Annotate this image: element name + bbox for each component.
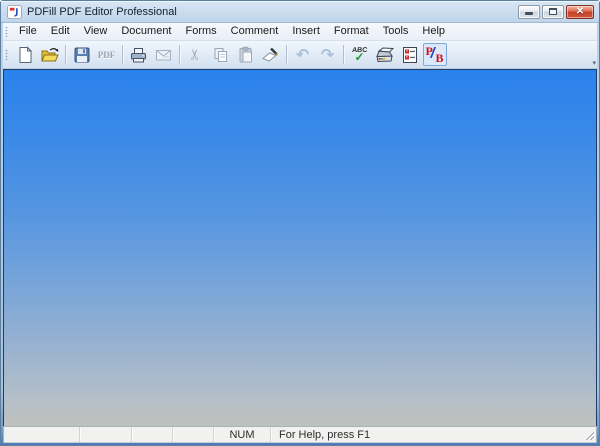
- num-lock-indicator: NUM: [214, 427, 271, 442]
- redo-arrow-icon: ↷: [320, 44, 335, 64]
- menu-tools[interactable]: Tools: [376, 24, 416, 39]
- minimize-icon: [525, 12, 533, 15]
- paste-clipboard-icon: [239, 46, 252, 62]
- window-title: PDFill PDF Editor Professional: [27, 5, 177, 18]
- toolbar-separator: [122, 45, 123, 64]
- whiteout-button[interactable]: [259, 43, 283, 66]
- undo-arrow-icon: ↶: [295, 44, 310, 64]
- paste-button[interactable]: [234, 43, 258, 66]
- email-button[interactable]: [152, 43, 176, 66]
- close-button[interactable]: ✕: [566, 4, 594, 19]
- toolbar-separator: [286, 45, 287, 64]
- page-border-pb-icon: P / B: [425, 43, 444, 65]
- maximize-button[interactable]: [542, 4, 564, 19]
- status-pane-2: [80, 427, 132, 442]
- menu-file[interactable]: File: [12, 24, 44, 39]
- open-file-button[interactable]: [38, 43, 62, 66]
- scan-button[interactable]: [373, 43, 397, 66]
- menu-view[interactable]: View: [77, 24, 115, 39]
- toolbar-grip-handle[interactable]: [5, 49, 8, 60]
- document-workspace[interactable]: [3, 69, 597, 426]
- spell-check-button[interactable]: ABC ✓: [348, 43, 372, 66]
- save-as-pdf-button[interactable]: PDF: [95, 43, 119, 66]
- status-bar: NUM For Help, press F1: [3, 426, 597, 443]
- status-help-text: For Help, press F1: [279, 428, 371, 441]
- window-controls: ✕: [518, 4, 594, 19]
- toolbar-overflow-chevron-icon[interactable]: ▾: [592, 60, 596, 67]
- new-document-icon: [19, 45, 32, 63]
- menu-bar: File Edit View Document Forms Comment In…: [3, 23, 597, 41]
- copy-button[interactable]: [209, 43, 233, 66]
- form-fields-button[interactable]: [398, 43, 422, 66]
- menubar-grip-handle[interactable]: [5, 26, 8, 37]
- menu-forms[interactable]: Forms: [179, 24, 224, 39]
- toolbar-separator: [343, 45, 344, 64]
- open-folder-icon: [40, 47, 59, 61]
- undo-button[interactable]: ↶: [291, 43, 315, 66]
- new-document-button[interactable]: [13, 43, 37, 66]
- maximize-icon: [549, 8, 557, 15]
- save-as-pdf-icon: PDF: [97, 49, 116, 60]
- title-bar[interactable]: PDFill PDF Editor Professional ✕: [1, 1, 599, 23]
- status-pane-1: [4, 427, 80, 442]
- scanner-icon: [375, 46, 394, 62]
- toolbar-separator: [179, 45, 180, 64]
- form-fields-list-icon: [402, 46, 417, 63]
- print-button[interactable]: [127, 43, 151, 66]
- app-window: PDFill PDF Editor Professional ✕ File Ed…: [0, 0, 600, 446]
- pdf-page-pb-button[interactable]: P / B: [422, 43, 447, 66]
- spell-check-icon: ABC ✓: [351, 46, 368, 64]
- cut-scissors-icon: ✂: [185, 48, 204, 61]
- window-resize-grip[interactable]: [586, 432, 594, 440]
- print-icon: [131, 47, 146, 62]
- save-button[interactable]: [70, 43, 94, 66]
- status-pane-3: [132, 427, 173, 442]
- whiteout-pen-icon: [262, 47, 278, 62]
- menu-insert[interactable]: Insert: [285, 24, 327, 39]
- menu-edit[interactable]: Edit: [44, 24, 77, 39]
- toolbar-separator: [65, 45, 66, 64]
- status-pane-4: [173, 427, 214, 442]
- email-envelope-icon: [156, 49, 171, 60]
- menu-document[interactable]: Document: [114, 24, 178, 39]
- toolbar: PDF ✂ ↶ ↷ ABC ✓ P / B ▾: [3, 41, 597, 69]
- menu-help[interactable]: Help: [415, 24, 452, 39]
- close-icon: ✕: [575, 5, 585, 17]
- redo-button[interactable]: ↷: [316, 43, 340, 66]
- copy-icon: [214, 47, 227, 62]
- menu-format[interactable]: Format: [327, 24, 376, 39]
- menu-comment[interactable]: Comment: [224, 24, 286, 39]
- save-floppy-icon: [74, 47, 89, 62]
- cut-button[interactable]: ✂: [184, 43, 208, 66]
- minimize-button[interactable]: [518, 4, 540, 19]
- app-logo-icon: [7, 4, 22, 19]
